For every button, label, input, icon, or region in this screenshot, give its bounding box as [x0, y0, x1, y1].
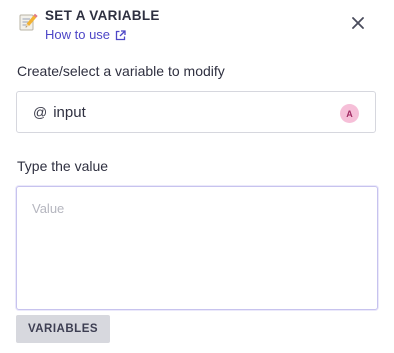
value-textarea[interactable] [16, 186, 378, 310]
close-icon [352, 16, 364, 34]
variables-button[interactable]: VARIABLES [16, 315, 110, 343]
how-to-use-link[interactable]: How to use [45, 27, 126, 42]
variable-select-input[interactable]: @ input A [16, 91, 376, 133]
variable-avatar-badge: A [340, 104, 359, 123]
memo-pencil-icon [18, 12, 38, 32]
close-button[interactable] [349, 16, 367, 34]
panel-title: SET A VARIABLE [45, 8, 160, 23]
external-link-icon [115, 29, 126, 41]
variable-name: input [53, 103, 86, 121]
at-icon: @ [33, 104, 48, 120]
variable-field-label: Create/select a variable to modify [17, 63, 225, 79]
how-to-use-label: How to use [45, 27, 111, 42]
value-field-label: Type the value [17, 158, 109, 174]
panel-header: SET A VARIABLE How to use [0, 0, 394, 52]
